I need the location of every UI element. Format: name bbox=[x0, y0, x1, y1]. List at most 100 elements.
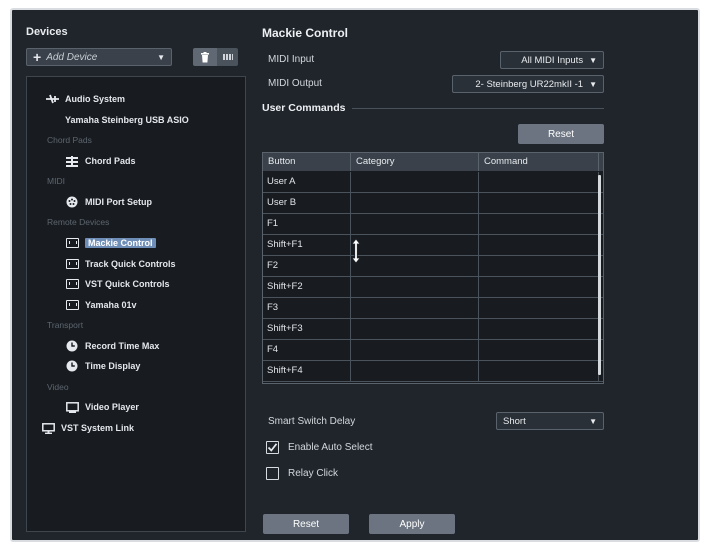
cell-button: User B bbox=[263, 193, 351, 213]
tree-category-video: Video bbox=[47, 382, 69, 392]
monitor-icon bbox=[41, 422, 55, 434]
midi-device-icon bbox=[65, 278, 79, 290]
table-row[interactable]: F3 bbox=[263, 298, 603, 319]
table-row[interactable]: Shift+F4 bbox=[263, 361, 603, 382]
reset-commands-button[interactable]: Reset bbox=[518, 124, 604, 144]
cell-button: F2 bbox=[263, 256, 351, 276]
cell-command[interactable] bbox=[479, 340, 599, 360]
table-row[interactable]: Shift+F2 bbox=[263, 277, 603, 298]
smart-switch-delay-label: Smart Switch Delay bbox=[268, 416, 356, 427]
tree-item-label: Audio System bbox=[65, 94, 126, 104]
tree-item-yamaha-01v[interactable]: Yamaha 01v bbox=[65, 297, 137, 313]
tree-item-label: MIDI Port Setup bbox=[85, 197, 152, 207]
cell-button: Shift+F2 bbox=[263, 277, 351, 297]
table-row[interactable]: Shift+F3 bbox=[263, 319, 603, 340]
cell-button: Shift+F4 bbox=[263, 361, 351, 381]
tree-item-track-quick-controls[interactable]: Track Quick Controls bbox=[65, 256, 176, 272]
header-button[interactable]: Button bbox=[263, 153, 351, 171]
trash-icon bbox=[201, 51, 209, 62]
tree-item-video-player[interactable]: Video Player bbox=[65, 399, 139, 415]
enable-auto-select-label: Enable Auto Select bbox=[288, 442, 373, 453]
cell-command[interactable] bbox=[479, 214, 599, 234]
cell-command[interactable] bbox=[479, 298, 599, 318]
tree-item-record-time-max[interactable]: Record Time Max bbox=[65, 338, 159, 354]
add-device-dropdown[interactable]: + Add Device ▼ bbox=[26, 48, 172, 66]
cell-category[interactable] bbox=[351, 319, 479, 339]
cell-command[interactable] bbox=[479, 256, 599, 276]
cell-button: F3 bbox=[263, 298, 351, 318]
device-options-button[interactable] bbox=[217, 48, 238, 66]
cell-button: User A bbox=[263, 172, 351, 192]
tree-item-label: Yamaha Steinberg USB ASIO bbox=[65, 115, 189, 125]
tree-item-midi-port-setup[interactable]: MIDI Port Setup bbox=[65, 194, 152, 210]
cell-command[interactable] bbox=[479, 193, 599, 213]
cell-button: F1 bbox=[263, 214, 351, 234]
tree-item-label: VST Quick Controls bbox=[85, 279, 170, 289]
cell-category[interactable] bbox=[351, 361, 479, 381]
table-row[interactable]: F2 bbox=[263, 256, 603, 277]
cell-button: F4 bbox=[263, 340, 351, 360]
tree-item-label: Video Player bbox=[85, 402, 139, 412]
devices-window: Devices + Add Device ▼ Audio System Yama bbox=[10, 8, 700, 542]
clock-icon bbox=[65, 340, 79, 352]
cell-button: Shift+F1 bbox=[263, 235, 351, 255]
table-row[interactable]: Shift+F1 bbox=[263, 235, 603, 256]
resize-cursor-icon bbox=[351, 238, 361, 264]
midi-device-icon bbox=[65, 237, 79, 249]
video-player-icon bbox=[65, 401, 79, 413]
tree-category-remote-devices: Remote Devices bbox=[47, 217, 110, 227]
section-divider bbox=[352, 108, 604, 109]
dropdown-arrow-icon: ▼ bbox=[589, 79, 597, 89]
audio-system-icon bbox=[45, 93, 59, 105]
cell-category[interactable] bbox=[351, 214, 479, 234]
cell-command[interactable] bbox=[479, 319, 599, 339]
cell-category[interactable] bbox=[351, 340, 479, 360]
add-device-placeholder: Add Device bbox=[46, 51, 98, 63]
remove-device-button[interactable] bbox=[193, 48, 217, 66]
midi-port-icon bbox=[65, 196, 79, 208]
checkmark-icon bbox=[267, 443, 278, 452]
header-command[interactable]: Command bbox=[479, 153, 599, 171]
apply-button[interactable]: Apply bbox=[369, 514, 455, 534]
relay-click-checkbox[interactable] bbox=[266, 467, 279, 480]
tree-item-mackie-control[interactable]: Mackie Control bbox=[65, 235, 156, 251]
cell-category[interactable] bbox=[351, 256, 479, 276]
dropdown-arrow-icon: ▼ bbox=[589, 416, 597, 426]
cell-command[interactable] bbox=[479, 172, 599, 192]
cell-category[interactable] bbox=[351, 193, 479, 213]
cell-category[interactable] bbox=[351, 277, 479, 297]
table-row[interactable]: User A bbox=[263, 172, 603, 193]
tree-item-yamaha-asio[interactable]: Yamaha Steinberg USB ASIO bbox=[65, 112, 189, 128]
reset-button[interactable]: Reset bbox=[263, 514, 349, 534]
chord-pads-icon bbox=[65, 155, 79, 167]
tree-item-label: Yamaha 01v bbox=[85, 300, 137, 310]
midi-input-dropdown[interactable]: All MIDI Inputs ▼ bbox=[500, 51, 604, 69]
tree-item-chord-pads[interactable]: Chord Pads bbox=[65, 153, 136, 169]
header-category[interactable]: Category bbox=[351, 153, 479, 171]
user-commands-title: User Commands bbox=[262, 102, 346, 114]
cell-category[interactable] bbox=[351, 172, 479, 192]
midi-input-value: All MIDI Inputs bbox=[521, 54, 584, 66]
tree-item-label: Time Display bbox=[85, 361, 141, 371]
tree-item-time-display[interactable]: Time Display bbox=[65, 358, 140, 374]
tree-item-vst-quick-controls[interactable]: VST Quick Controls bbox=[65, 276, 170, 292]
devices-title: Devices bbox=[26, 26, 68, 38]
cell-category[interactable] bbox=[351, 235, 479, 255]
tree-category-chord-pads: Chord Pads bbox=[47, 135, 92, 145]
table-row[interactable]: F4 bbox=[263, 340, 603, 361]
table-scrollbar[interactable] bbox=[598, 175, 601, 375]
cell-command[interactable] bbox=[479, 277, 599, 297]
table-row[interactable]: F1 bbox=[263, 214, 603, 235]
cell-category[interactable] bbox=[351, 298, 479, 318]
table-row[interactable]: User B bbox=[263, 193, 603, 214]
smart-switch-delay-dropdown[interactable]: Short ▼ bbox=[496, 412, 604, 430]
enable-auto-select-checkbox[interactable] bbox=[266, 441, 279, 454]
dropdown-arrow-icon: ▼ bbox=[589, 55, 597, 65]
tree-item-vst-system-link[interactable]: VST System Link bbox=[41, 420, 134, 436]
cell-command[interactable] bbox=[479, 361, 599, 381]
tree-item-audio-system[interactable]: Audio System bbox=[45, 91, 125, 107]
midi-output-dropdown[interactable]: 2- Steinberg UR22mkII -1 ▼ bbox=[452, 75, 604, 93]
cell-command[interactable] bbox=[479, 235, 599, 255]
cell-button: Shift+F3 bbox=[263, 319, 351, 339]
midi-output-value: 2- Steinberg UR22mkII -1 bbox=[475, 78, 584, 90]
